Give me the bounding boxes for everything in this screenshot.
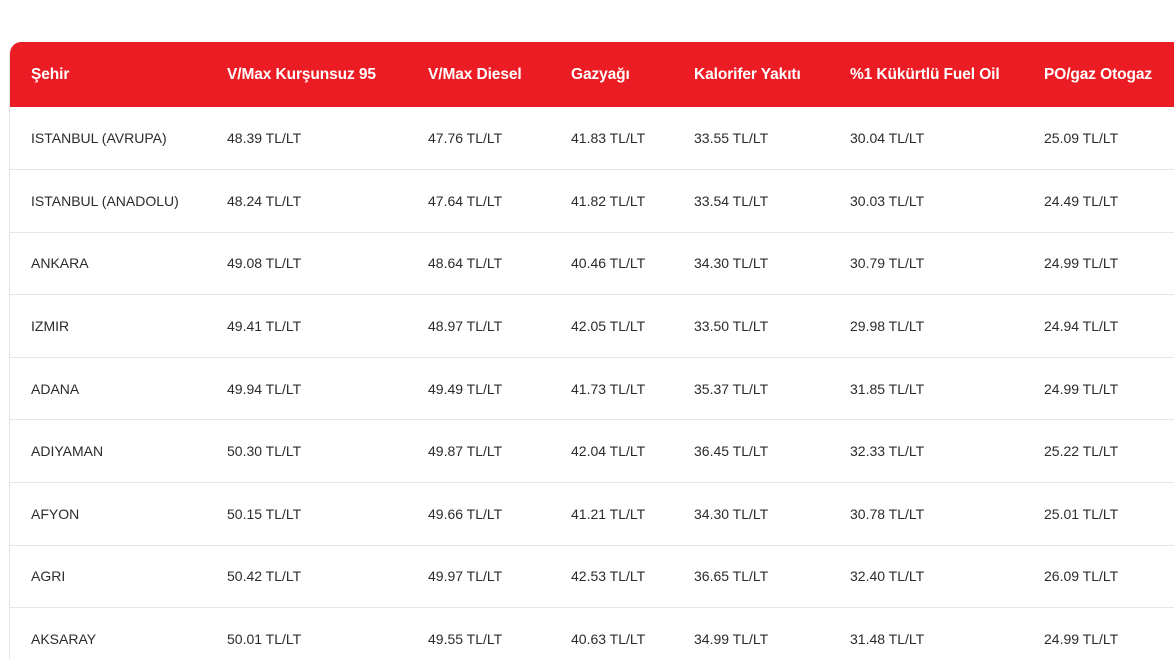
header-fuel-oil: %1 Kükürtlü Fuel Oil bbox=[850, 65, 1000, 83]
cell-gazyagi: 40.46 TL/LT bbox=[571, 231, 694, 295]
page: Şehir V/Max Kurşunsuz 95 V/Max Diesel Ga… bbox=[0, 0, 1174, 659]
cell-gazyagi: 41.21 TL/LT bbox=[571, 482, 694, 546]
cell-kursunsuz-95: 48.24 TL/LT bbox=[227, 169, 428, 233]
fuel-price-table-container: Şehir V/Max Kurşunsuz 95 V/Max Diesel Ga… bbox=[9, 42, 1174, 659]
table-row: ISTANBUL (AVRUPA) 48.39 TL/LT 47.76 TL/LT 4… bbox=[10, 107, 1174, 170]
cell-fuel-oil: 32.40 TL/LT bbox=[850, 544, 1044, 608]
header-kalorifer-yakiti: Kalorifer Yakıtı bbox=[694, 65, 801, 83]
header-gazyagi: Gazyağı bbox=[571, 65, 630, 83]
cell-kursunsuz-95: 49.41 TL/LT bbox=[227, 294, 428, 358]
cell-diesel: 48.64 TL/LT bbox=[428, 231, 571, 295]
cell-kalorifer-yakiti: 36.45 TL/LT bbox=[694, 419, 850, 483]
cell-diesel: 47.76 TL/LT bbox=[428, 130, 503, 147]
cell-fuel-oil: 30.03 TL/LT bbox=[850, 169, 1044, 233]
cell-diesel: 49.49 TL/LT bbox=[428, 356, 571, 420]
cell-otogaz: 24.49 TL/LT bbox=[1044, 169, 1174, 233]
cell-fuel-oil: 29.98 TL/LT bbox=[850, 294, 1044, 358]
cell-city: ISTANBUL (AVRUPA) bbox=[31, 130, 167, 147]
cell-kalorifer-yakiti: 34.30 TL/LT bbox=[694, 231, 850, 295]
cell-diesel: 47.64 TL/LT bbox=[428, 169, 571, 233]
cell-kursunsuz-95: 48.39 TL/LT bbox=[227, 130, 302, 147]
cell-otogaz: 24.99 TL/LT bbox=[1044, 607, 1174, 659]
table-row: ADIYAMAN 50.30 TL/LT 49.87 TL/LT 42.04 TL/L… bbox=[10, 419, 1174, 483]
header-city: Şehir bbox=[31, 65, 70, 83]
cell-kalorifer-yakiti: 33.55 TL/LT bbox=[694, 130, 769, 147]
cell-diesel: 49.66 TL/LT bbox=[428, 482, 571, 546]
fuel-price-table: Şehir V/Max Kurşunsuz 95 V/Max Diesel Ga… bbox=[10, 42, 1174, 659]
cell-kalorifer-yakiti: 35.37 TL/LT bbox=[694, 356, 850, 420]
cell-city: ADIYAMAN bbox=[10, 419, 227, 483]
table-header: Şehir V/Max Kurşunsuz 95 V/Max Diesel Ga… bbox=[10, 42, 1174, 107]
cell-gazyagi: 42.04 TL/LT bbox=[571, 419, 694, 483]
header-diesel: V/Max Diesel bbox=[428, 65, 522, 83]
cell-gazyagi: 40.63 TL/LT bbox=[571, 607, 694, 659]
cell-gazyagi: 41.82 TL/LT bbox=[571, 169, 694, 233]
cell-diesel: 49.87 TL/LT bbox=[428, 419, 571, 483]
cell-diesel: 48.97 TL/LT bbox=[428, 294, 571, 358]
cell-kursunsuz-95: 50.42 TL/LT bbox=[227, 544, 428, 608]
cell-diesel: 49.55 TL/LT bbox=[428, 607, 571, 659]
cell-kalorifer-yakiti: 36.65 TL/LT bbox=[694, 544, 850, 608]
cell-otogaz: 24.99 TL/LT bbox=[1044, 231, 1174, 295]
cell-otogaz: 24.99 TL/LT bbox=[1044, 356, 1174, 420]
table-row: ADANA 49.94 TL/LT 49.49 TL/LT 41.73 TL/LT 35… bbox=[10, 356, 1174, 420]
table-row: ISTANBUL (ANADOLU) 48.24 TL/LT 47.64 TL/LT… bbox=[10, 169, 1174, 233]
table-row: ANKARA 49.08 TL/LT 48.64 TL/LT 40.46 TL/LT 3… bbox=[10, 231, 1174, 295]
cell-city: ADANA bbox=[10, 356, 227, 420]
table-row: AFYON 50.15 TL/LT 49.66 TL/LT 41.21 TL/LT 34… bbox=[10, 482, 1174, 546]
table-body: ISTANBUL (AVRUPA) 48.39 TL/LT 47.76 TL/LT 4… bbox=[10, 107, 1174, 659]
cell-fuel-oil: 30.79 TL/LT bbox=[850, 231, 1044, 295]
cell-gazyagi: 42.53 TL/LT bbox=[571, 544, 694, 608]
cell-kursunsuz-95: 49.08 TL/LT bbox=[227, 231, 428, 295]
cell-gazyagi: 41.83 TL/LT bbox=[571, 130, 646, 147]
table-header-row: Şehir V/Max Kurşunsuz 95 V/Max Diesel Ga… bbox=[10, 42, 1174, 107]
cell-fuel-oil: 30.04 TL/LT bbox=[850, 130, 925, 147]
cell-kalorifer-yakiti: 33.50 TL/LT bbox=[694, 294, 850, 358]
table-row: AGRI 50.42 TL/LT 49.97 TL/LT 42.53 TL/LT 36.… bbox=[10, 544, 1174, 608]
cell-fuel-oil: 31.85 TL/LT bbox=[850, 356, 1044, 420]
cell-city: IZMIR bbox=[10, 294, 227, 358]
cell-city: AKSARAY bbox=[10, 607, 227, 659]
table-row: AKSARAY 50.01 TL/LT 49.55 TL/LT 40.63 TL/LT… bbox=[10, 607, 1174, 659]
table-row: IZMIR 49.41 TL/LT 48.97 TL/LT 42.05 TL/LT 33… bbox=[10, 294, 1174, 358]
cell-city: AGRI bbox=[10, 544, 227, 608]
cell-fuel-oil: 30.78 TL/LT bbox=[850, 482, 1044, 546]
cell-city: ISTANBUL (ANADOLU) bbox=[10, 169, 227, 233]
cell-kalorifer-yakiti: 34.99 TL/LT bbox=[694, 607, 850, 659]
cell-fuel-oil: 31.48 TL/LT bbox=[850, 607, 1044, 659]
cell-kursunsuz-95: 50.01 TL/LT bbox=[227, 607, 428, 659]
cell-kursunsuz-95: 50.15 TL/LT bbox=[227, 482, 428, 546]
cell-otogaz: 25.22 TL/LT bbox=[1044, 419, 1174, 483]
cell-otogaz: 25.01 TL/LT bbox=[1044, 482, 1174, 546]
cell-fuel-oil: 32.33 TL/LT bbox=[850, 419, 1044, 483]
cell-gazyagi: 42.05 TL/LT bbox=[571, 294, 694, 358]
cell-kursunsuz-95: 49.94 TL/LT bbox=[227, 356, 428, 420]
cell-otogaz: 26.09 TL/LT bbox=[1044, 544, 1174, 608]
cell-city: AFYON bbox=[10, 482, 227, 546]
cell-kalorifer-yakiti: 34.30 TL/LT bbox=[694, 482, 850, 546]
header-kursunsuz-95: V/Max Kurşunsuz 95 bbox=[227, 65, 376, 83]
header-otogaz: PO/gaz Otogaz bbox=[1044, 65, 1153, 83]
cell-kalorifer-yakiti: 33.54 TL/LT bbox=[694, 169, 850, 233]
cell-otogaz: 24.94 TL/LT bbox=[1044, 294, 1174, 358]
cell-gazyagi: 41.73 TL/LT bbox=[571, 356, 694, 420]
cell-otogaz: 25.09 TL/LT bbox=[1044, 130, 1119, 147]
cell-diesel: 49.97 TL/LT bbox=[428, 544, 571, 608]
cell-city: ANKARA bbox=[10, 231, 227, 295]
cell-kursunsuz-95: 50.30 TL/LT bbox=[227, 419, 428, 483]
